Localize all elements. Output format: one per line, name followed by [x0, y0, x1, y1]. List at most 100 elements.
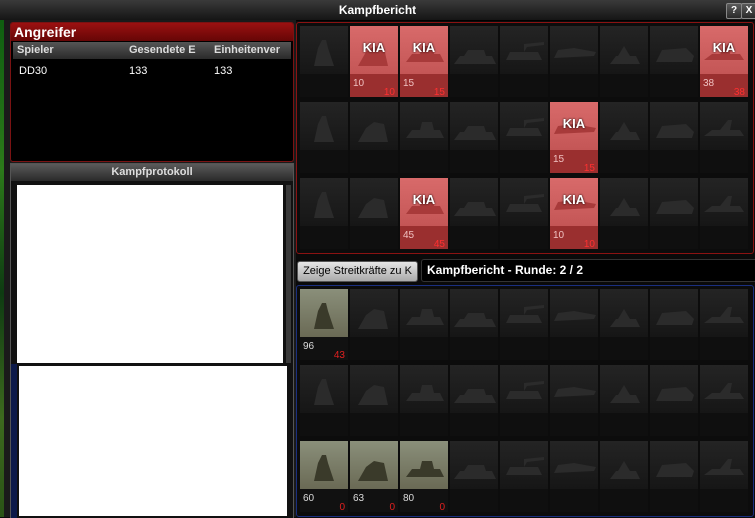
- unit-slot[interactable]: [700, 178, 748, 249]
- unit-slot[interactable]: [600, 102, 648, 173]
- unit-slot[interactable]: 60 0: [300, 441, 348, 512]
- unit-slot[interactable]: [650, 365, 698, 436]
- help-button[interactable]: ?: [726, 3, 742, 19]
- unit-slot[interactable]: [600, 365, 648, 436]
- unit-slot[interactable]: [600, 26, 648, 97]
- unit-slot[interactable]: KIA 38 38: [700, 26, 748, 97]
- unit-slot[interactable]: [500, 441, 548, 512]
- combat-log-text-area[interactable]: [17, 185, 283, 363]
- unit-count-area: [700, 150, 748, 173]
- unit-slot[interactable]: [600, 289, 648, 360]
- unit-slot[interactable]: [550, 289, 598, 360]
- unit-slot[interactable]: [650, 441, 698, 512]
- kia-label: KIA: [562, 116, 586, 131]
- close-button[interactable]: X: [741, 3, 755, 19]
- enemy-units-grid: KIA 10 10 KIA 15 15 KIA 38 38 KIA 15 15 KIA 45 45 KIA 10…: [296, 22, 754, 254]
- show-forces-button[interactable]: Zeige Streitkräfte zu K: [297, 261, 418, 282]
- unit-count-area: [650, 226, 698, 249]
- unit-slot[interactable]: KIA 15 15: [550, 102, 598, 173]
- unit-slot[interactable]: [300, 26, 348, 97]
- unit-count: 10: [353, 78, 365, 89]
- unit-slot[interactable]: [550, 441, 598, 512]
- unit-count-area: [450, 150, 498, 173]
- unit-slot[interactable]: [500, 289, 548, 360]
- unit-slot[interactable]: [450, 441, 498, 512]
- unit-slot[interactable]: [500, 26, 548, 97]
- unit-slot[interactable]: [500, 365, 548, 436]
- unit-count-area: [350, 226, 398, 249]
- unit-image: [350, 289, 398, 337]
- unit-slot[interactable]: [650, 289, 698, 360]
- unit-slot[interactable]: [550, 26, 598, 97]
- unit-count-area: [300, 74, 348, 97]
- unit-slot[interactable]: [650, 178, 698, 249]
- unit-slot[interactable]: [700, 289, 748, 360]
- column-header-player[interactable]: Spieler: [17, 42, 125, 59]
- unit-silhouette-icon: [704, 307, 744, 323]
- unit-slot[interactable]: 96 43: [300, 289, 348, 360]
- unit-image: [350, 365, 398, 413]
- unit-slot[interactable]: [400, 289, 448, 360]
- unit-slot[interactable]: [500, 102, 548, 173]
- unit-slot[interactable]: [400, 365, 448, 436]
- own-units-grid: 96 43 60 0 63 0 80 0: [296, 285, 754, 517]
- unit-count-area: [650, 337, 698, 360]
- unit-slot[interactable]: 80 0: [400, 441, 448, 512]
- unit-slot[interactable]: [400, 102, 448, 173]
- unit-slot[interactable]: KIA 45 45: [400, 178, 448, 249]
- unit-slot[interactable]: [600, 178, 648, 249]
- unit-slot[interactable]: [650, 102, 698, 173]
- unit-slot[interactable]: [650, 26, 698, 97]
- attacker-table-header: Spieler Gesendete E Einheitenver: [13, 42, 291, 59]
- unit-silhouette-icon: [506, 118, 544, 136]
- unit-image: [650, 289, 698, 337]
- unit-count: 15: [553, 154, 565, 165]
- unit-count-area: [450, 489, 498, 512]
- unit-slot[interactable]: [450, 365, 498, 436]
- unit-slot[interactable]: 63 0: [350, 441, 398, 512]
- combat-log-detail-area[interactable]: [19, 366, 287, 516]
- unit-image: [450, 26, 498, 74]
- unit-slot[interactable]: [700, 102, 748, 173]
- background-map-strip: [0, 20, 4, 517]
- column-header-unit-losses[interactable]: Einheitenver: [214, 42, 290, 59]
- unit-slot[interactable]: [450, 26, 498, 97]
- unit-silhouette-icon: [610, 309, 640, 327]
- unit-silhouette-icon: [704, 120, 744, 136]
- unit-count-area: [500, 337, 548, 360]
- unit-image: [700, 289, 748, 337]
- kia-label: KIA: [412, 40, 436, 55]
- unit-slot[interactable]: [300, 365, 348, 436]
- unit-image: [550, 26, 598, 74]
- unit-silhouette-icon: [610, 198, 640, 216]
- unit-slot[interactable]: [550, 365, 598, 436]
- unit-count-area: [550, 337, 598, 360]
- unit-slot[interactable]: [600, 441, 648, 512]
- unit-slot[interactable]: KIA 10 10: [350, 26, 398, 97]
- unit-slot[interactable]: [350, 289, 398, 360]
- unit-slot[interactable]: [700, 441, 748, 512]
- unit-slot[interactable]: [300, 102, 348, 173]
- unit-slot[interactable]: [450, 102, 498, 173]
- unit-slot[interactable]: [450, 178, 498, 249]
- unit-slot[interactable]: [350, 365, 398, 436]
- unit-slot[interactable]: KIA 15 15: [400, 26, 448, 97]
- combat-log-scrollbar[interactable]: [286, 185, 291, 363]
- unit-slot[interactable]: [350, 178, 398, 249]
- column-header-sent-units[interactable]: Gesendete E: [129, 42, 209, 59]
- unit-slot[interactable]: [700, 365, 748, 436]
- table-row[interactable]: DD30 133 133: [13, 63, 291, 79]
- unit-count-area: [400, 337, 448, 360]
- unit-silhouette-icon: [506, 42, 544, 60]
- unit-image: [300, 441, 348, 489]
- unit-slot[interactable]: [450, 289, 498, 360]
- unit-slot[interactable]: [500, 178, 548, 249]
- unit-silhouette-icon: [610, 385, 640, 403]
- unit-image: [500, 102, 548, 150]
- unit-slot[interactable]: KIA 10 10: [550, 178, 598, 249]
- unit-image: [700, 102, 748, 150]
- unit-image: [300, 102, 348, 150]
- unit-slot[interactable]: [300, 178, 348, 249]
- unit-silhouette-icon: [656, 463, 694, 477]
- unit-slot[interactable]: [350, 102, 398, 173]
